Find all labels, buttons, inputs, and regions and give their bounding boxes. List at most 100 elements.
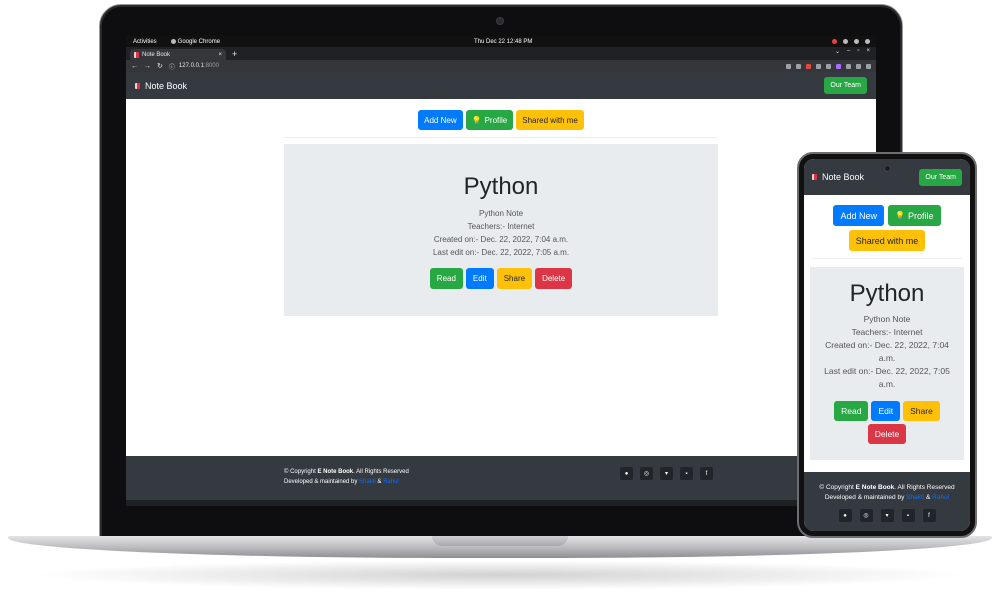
brand-link[interactable]: Note Book	[135, 81, 187, 91]
note-subtitle: Python Note	[478, 209, 524, 218]
favicon-icon	[134, 51, 139, 58]
profile-button[interactable]: 💡 Profile	[465, 110, 514, 130]
address-bar[interactable]: ⓘ 127.0.0.1:8000	[169, 62, 219, 71]
forward-icon[interactable]: →	[144, 63, 151, 70]
profile-icon[interactable]	[856, 63, 861, 69]
phone-top-actions: Add New 💡 Profile Shared with me	[804, 195, 970, 251]
developed-by: Developed & maintained by	[284, 479, 360, 485]
note-created: Created on:- Dec. 22, 2022, 7:04 a.m.	[433, 235, 569, 244]
extension-icon[interactable]	[836, 63, 841, 69]
divider	[284, 137, 718, 138]
phone-add-new-button[interactable]: Add New	[833, 205, 885, 226]
extension-icon[interactable]	[806, 63, 811, 69]
our-team-button[interactable]: Our Team	[824, 77, 867, 94]
delete-button[interactable]: Delete	[535, 268, 573, 289]
record-icon	[832, 39, 837, 44]
github-icon[interactable]: ●	[838, 509, 852, 522]
window-controls: ⌄ – ▫ ×	[835, 48, 870, 55]
app-name: Google Chrome	[177, 38, 221, 45]
tab-search-icon[interactable]: ⌄	[835, 48, 840, 55]
phone-note-last-edit: Last edit on:- Dec. 22, 2022, 7:05	[824, 366, 950, 376]
phone-shared-with-me-button[interactable]: Shared with me	[848, 230, 926, 251]
puzzle-icon[interactable]	[846, 63, 851, 69]
app-menu[interactable]: Google Chrome	[170, 38, 221, 45]
reload-icon[interactable]: ↻	[157, 62, 163, 70]
author-link-shakti[interactable]: Shakti	[359, 479, 376, 485]
laptop-camera	[496, 17, 504, 25]
site-info-icon[interactable]: ⓘ	[169, 62, 175, 71]
linkedin-icon[interactable]: ▪	[901, 509, 915, 522]
system-tray[interactable]	[832, 39, 870, 44]
read-button[interactable]: Read	[429, 268, 463, 289]
share-button[interactable]: Share	[496, 268, 533, 289]
device-mockup: Activities Google Chrome Thu Dec 22 12:4…	[0, 0, 1000, 604]
activities-button[interactable]: Activities	[133, 39, 157, 45]
phone-brand-name: Note Book	[822, 172, 865, 182]
phone-note-last-edit-cont: a.m.	[878, 379, 896, 389]
extensions-area	[786, 63, 871, 69]
add-new-button[interactable]: Add New	[418, 110, 463, 130]
chrome-icon	[170, 39, 176, 44]
laptop-shadow	[30, 560, 970, 590]
extension-icon[interactable]	[826, 63, 831, 69]
share-icon[interactable]	[786, 63, 791, 69]
linkedin-icon[interactable]: ▪	[680, 467, 693, 480]
instagram-icon[interactable]: ◎	[640, 467, 653, 480]
browser-tab[interactable]: Note Book ×	[130, 49, 226, 60]
close-window-icon[interactable]: ×	[866, 48, 870, 55]
tab-title: Note Book	[142, 51, 171, 58]
copyright-suffix: . All Rights Reserved	[353, 469, 409, 475]
author-link-shakti[interactable]: Shakti	[906, 494, 924, 501]
phone-share-button[interactable]: Share	[903, 401, 940, 421]
note-last-edit: Last edit on:- Dec. 22, 2022, 7:05 a.m.	[432, 248, 570, 257]
maximize-icon[interactable]: ▫	[857, 48, 859, 55]
author-link-rahul[interactable]: Rahul	[932, 494, 949, 501]
phone-brand-link[interactable]: Note Book	[812, 172, 864, 182]
phone-read-button[interactable]: Read	[834, 401, 869, 421]
instagram-icon[interactable]: ◎	[859, 509, 873, 522]
twitter-icon[interactable]: ▾	[660, 467, 673, 480]
laptop-screen: Activities Google Chrome Thu Dec 22 12:4…	[126, 36, 876, 506]
tab-close-icon[interactable]: ×	[218, 52, 222, 58]
shared-with-me-button[interactable]: Shared with me	[516, 110, 584, 130]
bookmark-star-icon[interactable]	[796, 63, 801, 69]
phone-delete-button[interactable]: Delete	[867, 424, 907, 444]
profile-label: Profile	[484, 115, 508, 125]
phone-note-created: Created on:- Dec. 22, 2022, 7:04	[825, 340, 949, 350]
power-icon	[865, 39, 870, 44]
phone-footer: © Copyright E Note Book. All Rights Rese…	[804, 472, 970, 531]
screen-bezel-bottom	[126, 500, 876, 506]
facebook-icon[interactable]: f	[922, 509, 936, 522]
phone-note-card: Python Python Note Teachers:- Internet C…	[810, 267, 964, 460]
minimize-icon[interactable]: –	[847, 48, 850, 55]
facebook-icon[interactable]: f	[700, 467, 713, 480]
menu-dots-icon[interactable]	[866, 63, 871, 69]
phone-profile-button[interactable]: 💡 Profile	[888, 205, 941, 226]
new-tab-button[interactable]: +	[232, 49, 237, 60]
phone-note-subtitle: Python Note	[863, 314, 911, 324]
phone-frame: Note Book Our Team Add New 💡 Profile Shar…	[797, 152, 977, 538]
volume-icon	[854, 39, 859, 44]
author-link-rahul[interactable]: Rahul	[383, 479, 399, 485]
back-icon[interactable]: ←	[131, 63, 138, 70]
book-icon	[135, 82, 140, 89]
address-toolbar: ← → ↻ ⓘ 127.0.0.1:8000	[126, 60, 876, 72]
amp: &	[924, 494, 933, 501]
footer-copyright: © Copyright E Note Book. All Rights Rese…	[284, 467, 409, 487]
phone-edit-button[interactable]: Edit	[871, 401, 901, 421]
extension-icon[interactable]	[816, 63, 821, 69]
main-content: Add New 💡 Profile Shared with me Python P…	[126, 99, 876, 456]
github-icon[interactable]: ●	[620, 467, 633, 480]
book-icon	[812, 174, 817, 180]
tab-strip: Note Book × + ⌄ – ▫ ×	[126, 47, 876, 60]
twitter-icon[interactable]: ▾	[880, 509, 894, 522]
note-actions: Read Edit Share Delete	[284, 268, 718, 289]
note-title: Python	[463, 173, 539, 200]
edit-button[interactable]: Edit	[465, 268, 494, 289]
clock[interactable]: Thu Dec 22 12:48 PM	[474, 39, 532, 45]
bulb-icon: 💡	[895, 211, 905, 220]
phone-camera	[884, 165, 891, 172]
phone-our-team-button[interactable]: Our Team	[919, 168, 962, 186]
app-navbar: Note Book Our Team	[126, 72, 876, 99]
phone-social-links: ● ◎ ▾ ▪ f	[804, 509, 970, 522]
